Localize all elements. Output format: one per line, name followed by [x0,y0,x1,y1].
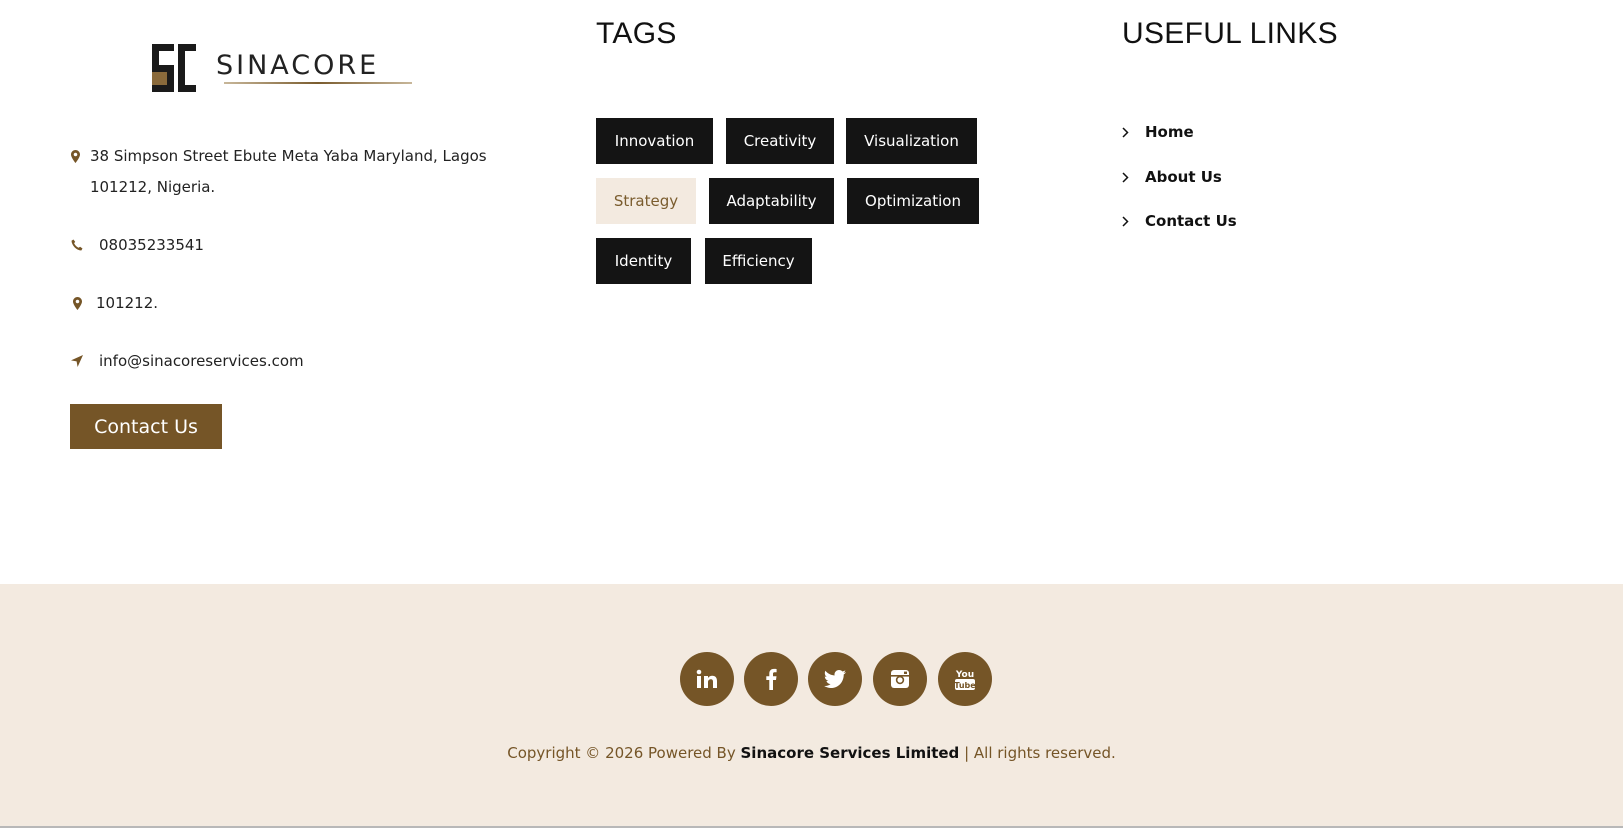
logo-text: SINACORE [216,50,380,81]
useful-link-contact-us[interactable]: Contact Us [1122,212,1237,230]
facebook-icon [765,668,777,690]
location-arrow-icon [70,355,84,367]
useful-link-home[interactable]: Home [1122,123,1194,141]
tag-optimization[interactable]: Optimization [847,178,979,224]
youtube-icon: You Tube [954,667,976,691]
email-line: info@sinacoreservices.com [70,346,304,377]
linkedin-link[interactable] [680,652,734,706]
copyright-brand[interactable]: Sinacore Services Limited [741,744,960,762]
tag-strategy[interactable]: Strategy [596,178,696,224]
useful-link-about-us[interactable]: About Us [1122,168,1222,186]
instagram-icon [890,669,910,689]
logo[interactable]: SINACORE [144,40,412,96]
useful-links-heading: USEFUL LINKS [1122,17,1338,50]
tags-heading: TAGS [596,17,677,50]
copyright: Copyright © 2026 Powered By Sinacore Ser… [0,744,1623,762]
tag-adaptability[interactable]: Adaptability [709,178,834,224]
map-marker-icon [70,297,84,310]
youtube-link[interactable]: You Tube [938,652,992,706]
twitter-icon [824,670,846,688]
contact-us-button[interactable]: Contact Us [70,404,222,449]
tag-identity[interactable]: Identity [596,238,691,284]
copyright-prefix: Copyright © 2026 Powered By [507,744,741,762]
map-marker-icon [70,150,82,163]
footer-bar: You Tube Copyright © 2026 Powered By Sina… [0,584,1623,828]
facebook-link[interactable] [744,652,798,706]
tag-efficiency[interactable]: Efficiency [705,238,812,284]
svg-text:You: You [955,670,974,680]
copyright-suffix: | All rights reserved. [959,744,1116,762]
footer-widgets: SINACORE 38 Simpson Street Ebute Meta Ya… [0,0,1623,584]
chevron-right-icon [1122,171,1132,183]
phone-line: 08035233541 [70,230,204,261]
phone-icon [70,239,84,251]
logo-mark-icon [152,44,196,92]
instagram-link[interactable] [873,652,927,706]
useful-link-label: Home [1145,123,1194,141]
address-text: 38 Simpson Street Ebute Meta Yaba Maryla… [89,147,487,196]
tag-innovation[interactable]: Innovation [596,118,713,164]
logo-underline [224,82,412,84]
phone-text[interactable]: 08035233541 [99,230,204,261]
useful-link-label: Contact Us [1145,212,1237,230]
address-line: 38 Simpson Street Ebute Meta Yaba Maryla… [70,141,540,203]
postal-line: 101212. [70,288,158,319]
tag-visualization[interactable]: Visualization [846,118,977,164]
chevron-right-icon [1122,126,1132,138]
page: SINACORE 38 Simpson Street Ebute Meta Ya… [0,0,1623,828]
chevron-right-icon [1122,215,1132,227]
useful-link-label: About Us [1145,168,1222,186]
email-text[interactable]: info@sinacoreservices.com [99,346,304,377]
linkedin-icon [696,669,718,689]
postal-text: 101212. [96,294,159,312]
twitter-link[interactable] [808,652,862,706]
tag-creativity[interactable]: Creativity [726,118,834,164]
svg-text:Tube: Tube [954,681,976,690]
